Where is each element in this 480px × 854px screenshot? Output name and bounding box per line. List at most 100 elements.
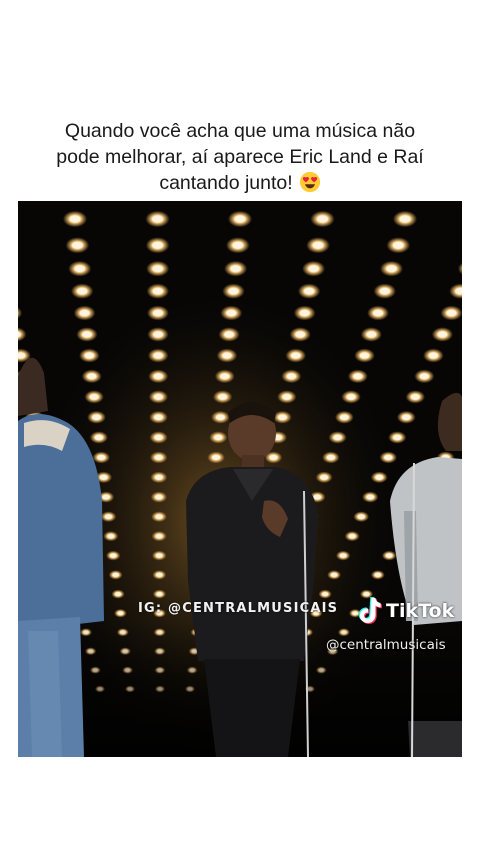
stage-light-core <box>154 414 163 420</box>
stage-light-core <box>153 352 163 359</box>
stage-light-core <box>428 352 439 359</box>
stage-light-core <box>232 241 244 249</box>
stage-light-core <box>224 331 234 338</box>
stage-light-core <box>386 265 397 272</box>
tiktok-logo-icon <box>358 597 382 624</box>
stage-light-core <box>340 414 349 420</box>
stage-light-core <box>152 215 163 223</box>
stage-light-core <box>112 572 119 577</box>
stage-light-core <box>330 572 338 577</box>
stage-light-core <box>291 352 301 359</box>
stage-light-core <box>379 288 390 295</box>
stage-light-core <box>154 474 163 480</box>
stage-light-core <box>82 331 92 338</box>
stage-light-core <box>392 241 404 249</box>
stage-light-core <box>97 454 106 460</box>
stage-light-core <box>220 373 230 380</box>
stage-light-core <box>359 352 370 359</box>
stage-light-core <box>322 592 329 596</box>
stage-light-core <box>152 241 163 249</box>
stage-light-core <box>222 352 232 359</box>
stage-light-core <box>87 373 97 380</box>
stage-light-core <box>155 494 163 500</box>
stage-light-core <box>366 494 374 500</box>
tiktok-handle: @centralmusicais <box>326 637 446 653</box>
stage-light-core <box>333 434 342 440</box>
stage-light-core <box>153 394 163 400</box>
stage-light-core <box>156 592 163 596</box>
stage-light-core <box>410 394 420 400</box>
stage-light-core <box>299 309 310 317</box>
caption-line-3: cantando junto! <box>20 170 460 196</box>
stage-light-core <box>72 241 83 249</box>
stage-light-core <box>357 514 365 519</box>
stage-light-core <box>366 331 377 338</box>
stage-light-core <box>107 534 115 539</box>
stage-light-core <box>385 553 393 558</box>
post-caption: Quando você acha que uma música não pode… <box>20 118 460 196</box>
stage-light-core <box>155 534 163 539</box>
stage-light-core <box>228 288 239 295</box>
stage-light-core <box>373 309 383 317</box>
stage-light-core <box>218 394 227 400</box>
stage-light-core <box>154 434 163 440</box>
stage-light-core <box>152 265 163 272</box>
stage-light-core <box>155 553 163 558</box>
stage-light-core <box>153 373 163 380</box>
stage-light-core <box>230 265 241 272</box>
stage-light-core <box>437 331 448 338</box>
stage-light-core <box>419 373 429 380</box>
stage-light-core <box>339 553 347 558</box>
caption-line-2: pode melhorar, aí aparece Eric Land e Ra… <box>56 146 424 168</box>
video-player[interactable]: IG: @CENTRALMUSICAIS TikTok @centralmusi… <box>18 201 462 757</box>
stage-light-core <box>295 331 306 338</box>
stage-light-core <box>115 592 122 596</box>
stage-light-core <box>92 414 101 420</box>
stage-light-core <box>304 288 315 295</box>
stage-light-core <box>348 534 356 539</box>
stage-scene <box>18 201 462 757</box>
stage-light-core <box>226 309 237 317</box>
stage-light-core <box>69 215 81 223</box>
stage-light-core <box>234 215 246 223</box>
stage-light-core <box>346 394 356 400</box>
stage-light-core <box>117 611 124 616</box>
stage-light-core <box>216 414 225 420</box>
tiktok-watermark: TikTok <box>356 597 454 625</box>
stage-light-core <box>152 288 163 295</box>
stage-light-core <box>317 215 328 223</box>
stage-light-core <box>393 434 402 440</box>
stage-light-core <box>312 241 324 249</box>
stage-light-core <box>282 394 292 400</box>
stage-light-core <box>313 494 322 500</box>
stage-light-core <box>84 352 95 359</box>
stage-light-core <box>363 592 370 596</box>
stage-light-core <box>353 373 363 380</box>
stage-light-core <box>375 474 384 480</box>
stage-light-core <box>77 288 88 295</box>
stage-light-core <box>278 414 287 420</box>
stage-light-core <box>155 514 163 519</box>
stage-light-core <box>102 494 110 500</box>
stage-light-core <box>74 265 86 272</box>
stage-light-core <box>269 454 278 460</box>
caption-line-1: Quando você acha que uma música não <box>64 120 416 142</box>
stage-light-core <box>109 553 117 558</box>
stage-light-core <box>308 265 319 272</box>
stage-light-core <box>212 454 221 460</box>
stage-light-core <box>384 454 393 460</box>
stage-light-core <box>320 474 328 480</box>
heart-eyes-emoji-icon <box>299 171 320 193</box>
stage-light-core <box>154 454 163 460</box>
instagram-watermark: IG: @CENTRALMUSICAIS <box>138 601 339 616</box>
stage-light-core <box>286 373 296 380</box>
stage-light-core <box>153 331 163 338</box>
tiktok-label: TikTok <box>386 600 455 622</box>
stage-light-core <box>99 474 108 480</box>
stage-light-core <box>89 394 99 400</box>
stage-light-core <box>326 454 335 460</box>
stage-light-core <box>152 309 163 317</box>
stage-light-core <box>104 514 113 519</box>
stage-light-core <box>94 434 104 440</box>
stage-light-core <box>79 309 90 317</box>
